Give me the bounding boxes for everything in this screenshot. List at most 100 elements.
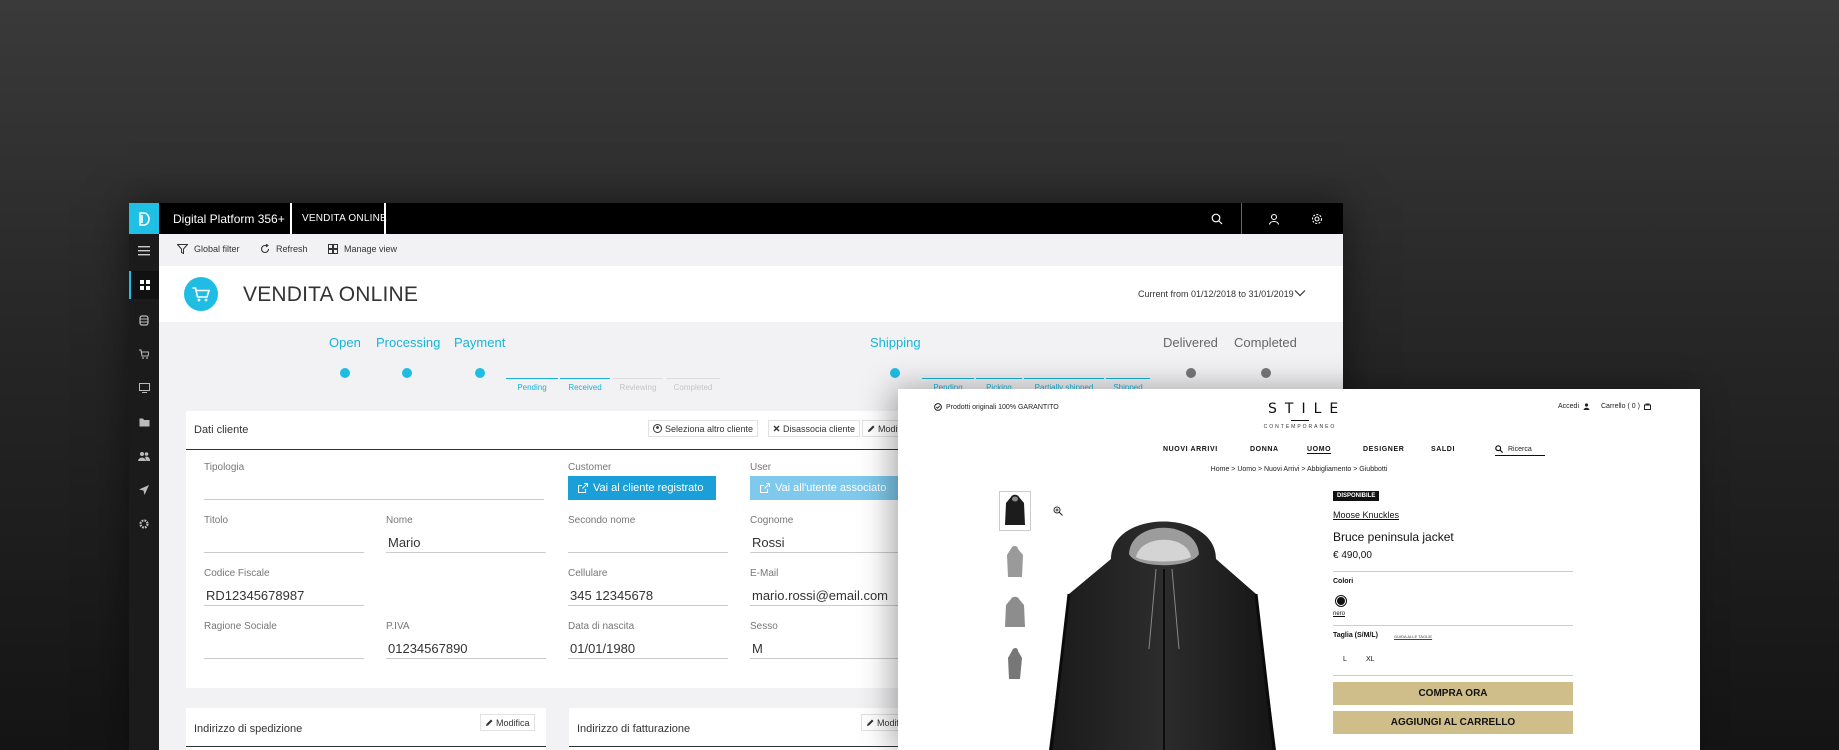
pencil-icon — [867, 719, 874, 726]
billing-address-card: Indirizzo di fatturazione Modifica — [569, 708, 929, 750]
page-header: VENDITA ONLINE Current from 01/12/2018 t… — [159, 266, 1343, 322]
app-title: Digital Platform 356+ — [173, 212, 285, 226]
refresh-label: Refresh — [276, 244, 308, 254]
field-cognome[interactable]: Cognome Rossi — [750, 515, 910, 553]
go-to-user-button[interactable]: Vai all'utente associato — [750, 476, 910, 500]
monitor-icon[interactable] — [137, 381, 151, 395]
step-processing[interactable]: Processing — [376, 335, 440, 350]
field-customer: Customer Vai al cliente registrato — [568, 462, 728, 500]
step-dot — [890, 368, 900, 378]
nav-saldi[interactable]: SALDI — [1431, 446, 1455, 453]
step-open[interactable]: Open — [329, 335, 361, 350]
field-data-nascita[interactable]: Data di nascita 01/01/1980 — [568, 621, 728, 659]
chevron-down-icon[interactable] — [1294, 288, 1306, 298]
select-other-customer-button[interactable]: Seleziona altro cliente — [648, 420, 759, 437]
card-header: Indirizzo di spedizione Modifica — [186, 708, 546, 747]
pencil-icon — [486, 719, 493, 726]
step-dot — [1261, 368, 1271, 378]
nav-uomo[interactable]: UOMO — [1307, 446, 1332, 454]
thumbnail-front[interactable] — [999, 491, 1031, 531]
guarantee-notice: Prodotti originali 100% GARANTITO — [934, 403, 1059, 411]
step-payment[interactable]: Payment — [454, 335, 505, 350]
field-tipologia[interactable]: Tipologia — [204, 462, 544, 500]
database-icon[interactable] — [137, 313, 151, 327]
thumbnail-side[interactable] — [999, 542, 1031, 582]
card-title: Indirizzo di spedizione — [194, 723, 303, 735]
user-icon[interactable] — [1266, 211, 1281, 226]
step-shipping[interactable]: Shipping — [870, 335, 921, 350]
card-title: Dati cliente — [194, 424, 249, 436]
unlink-customer-button[interactable]: Disassocia cliente — [768, 420, 861, 437]
field-piva[interactable]: P.IVA 01234567890 — [386, 621, 546, 659]
substep-payment-pending[interactable]: Pending — [506, 378, 558, 392]
substep-payment-completed[interactable]: Completed — [666, 378, 720, 392]
field-nome[interactable]: Nome Mario — [386, 515, 546, 553]
app-tab[interactable]: VENDITA ONLINE — [302, 213, 387, 224]
buy-now-button[interactable]: COMPRA ORA — [1333, 682, 1573, 705]
topbar-divider — [384, 203, 386, 234]
login-link[interactable]: Accedi — [1558, 403, 1590, 410]
refresh-button[interactable]: Refresh — [260, 244, 308, 254]
external-link-icon — [760, 483, 770, 493]
field-ragione-sociale[interactable]: Ragione Sociale — [204, 621, 364, 659]
designer-link[interactable]: Moose Knuckles — [1333, 510, 1399, 520]
check-circle-icon — [934, 403, 942, 411]
search-icon[interactable] — [1209, 211, 1224, 226]
top-bar: Digital Platform 356+ VENDITA ONLINE — [129, 203, 1343, 234]
step-dot — [340, 368, 350, 378]
brand-logo[interactable]: STILE CONTEMPORANEO — [1260, 401, 1340, 430]
thumbnail-back[interactable] — [999, 593, 1031, 633]
divider — [1333, 625, 1573, 626]
menu-icon[interactable] — [137, 244, 151, 258]
step-dot — [1186, 368, 1196, 378]
size-guide-link[interactable]: GUIDA ALLE TAGLIE — [1394, 634, 1432, 639]
toolbar: Global filter Refresh Manage view — [159, 234, 1343, 266]
global-filter-label: Global filter — [194, 244, 240, 254]
substep-payment-received[interactable]: Received — [560, 378, 610, 392]
field-cellulare[interactable]: Cellulare 345 12345678 — [568, 568, 728, 606]
step-delivered[interactable]: Delivered — [1163, 335, 1218, 350]
users-icon[interactable] — [137, 449, 151, 463]
card-header: Indirizzo di fatturazione Modifica — [569, 708, 929, 747]
field-user: User Vai all'utente associato — [750, 462, 910, 500]
nav-donna[interactable]: DONNA — [1250, 446, 1279, 453]
size-option-xl[interactable]: XL — [1366, 656, 1375, 663]
manage-view-button[interactable]: Manage view — [328, 244, 397, 254]
gear-icon[interactable] — [1309, 211, 1324, 226]
folder-icon[interactable] — [137, 415, 151, 429]
bag-icon — [1643, 403, 1651, 410]
color-swatch-black[interactable] — [1335, 595, 1347, 607]
pencil-icon — [868, 425, 875, 432]
availability-badge: DISPONIBILE — [1333, 491, 1380, 501]
substep-payment-reviewing[interactable]: Reviewing — [613, 378, 663, 392]
edit-shipping-button[interactable]: Modifica — [480, 714, 535, 731]
nav-designer[interactable]: DESIGNER — [1363, 446, 1404, 453]
close-icon — [773, 425, 780, 432]
cart-link[interactable]: Carrello ( 0 ) — [1601, 403, 1651, 410]
go-to-customer-button[interactable]: Vai al cliente registrato — [568, 476, 716, 500]
field-sesso[interactable]: Sesso M — [750, 621, 910, 659]
step-completed[interactable]: Completed — [1234, 335, 1297, 350]
send-icon[interactable] — [137, 483, 151, 497]
topbar-divider — [290, 203, 292, 234]
field-titolo[interactable]: Titolo — [204, 515, 364, 553]
divider — [1333, 675, 1573, 676]
thumbnail-detail[interactable] — [999, 644, 1031, 684]
field-email[interactable]: E-Mail mario.rossi@email.com — [750, 568, 910, 606]
field-secondo-nome[interactable]: Secondo nome — [568, 515, 728, 553]
dashboard-icon[interactable] — [129, 271, 159, 299]
global-filter-button[interactable]: Global filter — [177, 244, 240, 254]
product-image[interactable] — [1041, 499, 1284, 750]
add-to-cart-button[interactable]: AGGIUNGI AL CARRELLO — [1333, 711, 1573, 734]
search-input[interactable]: Ricerca — [1495, 443, 1545, 456]
breadcrumb[interactable]: Home > Uomo > Nuovi Arrivi > Abbigliamen… — [898, 466, 1700, 473]
cart-icon[interactable] — [137, 347, 151, 361]
brand-divider — [1291, 420, 1309, 421]
manage-view-label: Manage view — [344, 244, 398, 254]
size-option-l[interactable]: L — [1343, 656, 1347, 663]
field-codice-fiscale[interactable]: Codice Fiscale RD12345678987 — [204, 568, 364, 606]
period-selector[interactable]: Current from 01/12/2018 to 31/01/2019 — [1138, 289, 1294, 299]
settings-icon[interactable] — [137, 517, 151, 531]
nav-nuovi-arrivi[interactable]: NUOVI ARRIVI — [1163, 446, 1218, 453]
app-logo[interactable] — [129, 203, 159, 234]
